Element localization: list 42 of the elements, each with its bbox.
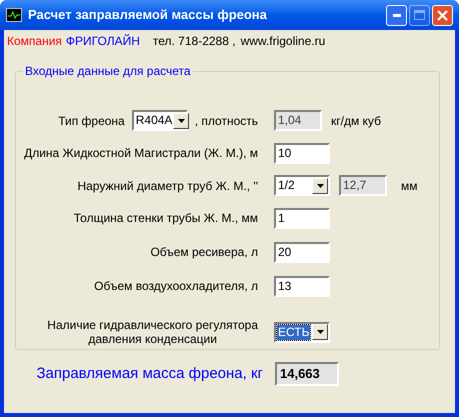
company-label: Компания: [7, 33, 62, 50]
dropdown-field[interactable]: R404A: [132, 110, 188, 131]
close-icon: [437, 10, 448, 20]
field-label: Объем ресивера, л: [150, 244, 258, 261]
oscilloscope-icon: [6, 8, 22, 22]
phone-text: тел. 718-2288 ,: [152, 33, 236, 50]
field-label: Тип фреона: [58, 112, 125, 130]
dropdown-value: 1/2: [277, 178, 296, 193]
group-legend: Входные данные для расчета: [23, 62, 193, 80]
field-label: Длина Жидкостной Магистрали (Ж. М.), м: [24, 145, 258, 162]
close-button[interactable]: [432, 4, 453, 26]
caret-down-icon: [316, 330, 324, 334]
caret-down-icon: [316, 184, 324, 188]
input-field[interactable]: 1: [274, 208, 330, 228]
maximize-icon: [414, 10, 425, 20]
company-name: ФРИГОЛАЙН: [66, 33, 140, 50]
minimize-icon: [392, 14, 400, 16]
field-label: , плотность: [194, 112, 258, 130]
dropdown-button[interactable]: [173, 112, 190, 128]
input-field[interactable]: 20: [274, 242, 330, 262]
website-text: www.frigoline.ru: [240, 33, 326, 50]
input-field[interactable]: 10: [274, 142, 330, 164]
dropdown-button[interactable]: [312, 178, 328, 194]
unit-label: мм: [401, 178, 418, 194]
dropdown-value: ЕСТЬ: [277, 324, 310, 340]
field-label: Наружний диаметр труб Ж. М., '': [77, 178, 258, 194]
readout-field: 12,7: [339, 175, 387, 196]
unit-label: кг/дм куб: [331, 112, 381, 130]
minimize-button[interactable]: [386, 4, 407, 26]
caret-down-icon: [178, 118, 185, 122]
dropdown-button[interactable]: [312, 324, 328, 340]
field-label: Толщина стенки трубы Ж. М., мм: [74, 210, 258, 227]
dropdown-field[interactable]: 1/2: [274, 175, 330, 196]
window-title: Расчет заправляемой массы фреона: [28, 6, 267, 24]
result-field: 14,663: [275, 362, 339, 386]
dropdown-field[interactable]: ЕСТЬ: [274, 322, 330, 342]
dropdown-value: R404A: [134, 113, 174, 128]
field-label: Объем воздухоохладителя, л: [94, 278, 258, 295]
readout-field: 1,04: [274, 110, 322, 131]
field-label: Наличие гидравлического регулятора давления конденсации: [47, 318, 258, 346]
result-label: Заправляемая масса фреона, кг: [36, 364, 263, 384]
input-field[interactable]: 13: [274, 276, 330, 296]
